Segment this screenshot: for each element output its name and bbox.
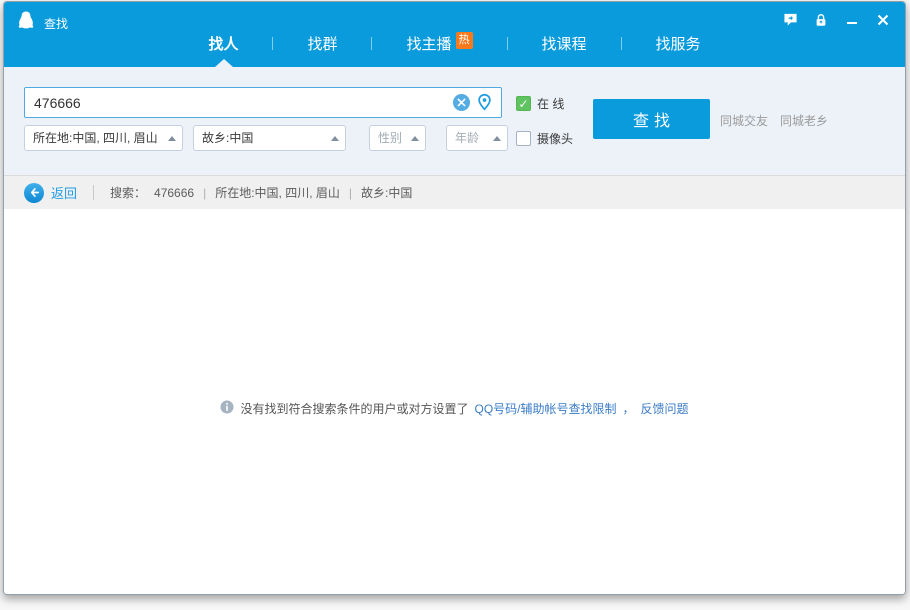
tab-label: 找主播 — [406, 33, 451, 54]
hot-badge: 热 — [456, 32, 473, 49]
qq-find-window: 查找 找人 — [3, 1, 906, 595]
back-arrow-icon — [24, 183, 44, 203]
dropdown-arrow-icon — [168, 136, 176, 141]
empty-text: 没有找到符合搜索条件的用户或对方设置了 — [240, 400, 468, 417]
filter-gender-dropdown[interactable]: 性别 — [369, 125, 426, 151]
search-summary: 搜索： 476666 | 所在地:中国, 四川, 眉山 | 故乡:中国 — [110, 184, 412, 201]
dropdown-arrow-icon — [331, 136, 339, 141]
result-bar: 返回 搜索： 476666 | 所在地:中国, 四川, 眉山 | 故乡:中国 — [4, 175, 905, 209]
lock-icon[interactable] — [813, 12, 829, 28]
tab-separator — [272, 37, 273, 50]
search-box — [24, 87, 502, 118]
tab-find-people[interactable]: 找人 — [208, 33, 238, 54]
filter-location-dropdown[interactable]: 所在地:中国, 四川, 眉山 — [24, 125, 183, 151]
tab-find-streamers[interactable]: 找主播 热 — [406, 33, 472, 54]
online-checkbox[interactable]: 在 线 — [516, 95, 564, 112]
empty-state-message: 没有找到符合搜索条件的用户或对方设置了 QQ号码/辅助帐号查找限制 ， 反馈问题 — [4, 400, 905, 417]
filter-label: 所在地:中国, 四川, 眉山 — [33, 131, 158, 145]
search-input[interactable] — [25, 88, 443, 117]
clear-input-icon[interactable] — [453, 94, 470, 111]
back-button[interactable]: 返回 — [24, 183, 77, 203]
same-city-fellows-link[interactable]: 同城老乡 — [780, 112, 828, 129]
filter-label: 故乡:中国 — [202, 131, 253, 145]
tab-separator — [621, 37, 622, 50]
tab-find-courses[interactable]: 找课程 — [542, 33, 587, 54]
tab-label: 找人 — [208, 33, 238, 54]
titlebar: 查找 找人 — [4, 2, 905, 67]
summary-hometown: 故乡:中国 — [361, 184, 412, 201]
dropdown-arrow-icon — [493, 136, 501, 141]
summary-location: 所在地:中国, 四川, 眉山 — [215, 184, 340, 201]
same-city-friends-link[interactable]: 同城交友 — [720, 112, 768, 129]
restriction-link[interactable]: QQ号码/辅助帐号查找限制 — [474, 400, 616, 417]
dropdown-arrow-icon — [411, 136, 419, 141]
active-tab-notch — [215, 59, 233, 67]
tab-separator — [507, 37, 508, 50]
location-pin-icon[interactable] — [477, 93, 493, 112]
window-title: 查找 — [44, 15, 68, 32]
search-panel: 所在地:中国, 四川, 眉山 故乡:中国 性别 年龄 在 线 摄像头 — [4, 67, 905, 175]
checkbox-checked-icon — [516, 96, 531, 111]
summary-label: 搜索： — [110, 184, 146, 201]
tab-bar: 找人 找群 找主播 热 找课程 找服务 — [4, 33, 905, 54]
summary-pipe: | — [349, 186, 352, 200]
summary-query: 476666 — [154, 186, 194, 200]
close-button[interactable] — [875, 12, 891, 28]
tab-separator — [371, 37, 372, 50]
filter-age-dropdown[interactable]: 年龄 — [446, 125, 508, 151]
filter-label: 性别 — [378, 131, 402, 145]
checkbox-label: 摄像头 — [537, 130, 573, 147]
tab-label: 找服务 — [656, 33, 701, 54]
divider — [93, 185, 94, 200]
tab-find-services[interactable]: 找服务 — [656, 33, 701, 54]
filter-label: 年龄 — [455, 131, 479, 145]
back-label: 返回 — [51, 183, 77, 202]
tab-find-groups[interactable]: 找群 — [307, 33, 337, 54]
minimize-button[interactable] — [844, 12, 860, 28]
find-button[interactable]: 查找 — [593, 99, 710, 139]
tab-label: 找群 — [307, 33, 337, 54]
filter-hometown-dropdown[interactable]: 故乡:中国 — [193, 125, 346, 151]
feedback-link[interactable]: 反馈问题 — [641, 400, 689, 417]
camera-checkbox[interactable]: 摄像头 — [516, 130, 573, 147]
city-links: 同城交友 同城老乡 — [720, 112, 828, 129]
summary-pipe: | — [203, 186, 206, 200]
comma-separator: ， — [623, 400, 635, 417]
feedback-icon[interactable] — [782, 12, 798, 28]
results-area: 没有找到符合搜索条件的用户或对方设置了 QQ号码/辅助帐号查找限制 ， 反馈问题 — [4, 209, 905, 594]
checkbox-label: 在 线 — [537, 95, 564, 112]
info-icon — [220, 400, 234, 417]
tab-label: 找课程 — [542, 33, 587, 54]
checkbox-unchecked-icon — [516, 131, 531, 146]
window-controls — [782, 12, 891, 28]
desktop: 查找 找人 — [0, 0, 910, 610]
